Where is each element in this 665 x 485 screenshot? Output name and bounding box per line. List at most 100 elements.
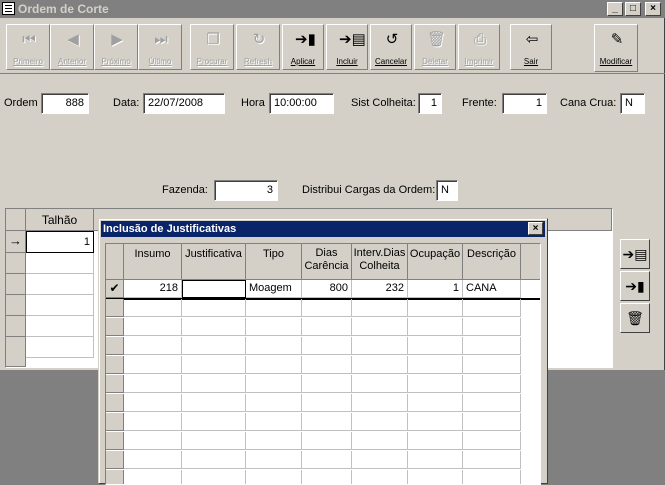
empty-cell[interactable] [182,451,246,469]
column-header[interactable]: Ocupação [408,244,463,280]
empty-cell[interactable] [352,375,408,393]
empty-cell[interactable] [246,299,302,317]
empty-cell[interactable] [302,318,352,336]
empty-cell[interactable] [124,394,182,412]
empty-cell[interactable] [352,299,408,317]
cana-crua-field[interactable]: N [620,93,645,114]
empty-cell[interactable] [408,413,463,431]
empty-cell[interactable] [246,432,302,450]
close-button[interactable]: × [645,2,661,16]
empty-cell[interactable] [124,337,182,355]
empty-cell[interactable] [302,356,352,374]
empty-cell[interactable] [352,337,408,355]
empty-cell[interactable] [352,413,408,431]
column-header[interactable]: Tipo [246,244,302,280]
empty-cell[interactable] [246,318,302,336]
table-cell[interactable] [182,280,246,298]
empty-cell[interactable] [463,375,521,393]
exit-button[interactable]: ⇦ Sair [510,24,552,70]
table-cell[interactable]: 1 [408,280,463,298]
justificativas-grid[interactable]: Insumo Justificativa Tipo Dias Carência Inte… [105,243,541,485]
side-insert-button[interactable]: ➔▤ [620,239,650,269]
empty-cell[interactable] [302,432,352,450]
empty-cell[interactable] [124,451,182,469]
minimize-button[interactable]: _ [607,2,623,16]
empty-cell[interactable] [124,375,182,393]
previous-button[interactable]: ◀ Anterior [50,24,94,70]
include-button[interactable]: ➔▤ Incluir [326,24,368,70]
column-header[interactable]: Justificativa [182,244,246,280]
empty-cell[interactable] [246,394,302,412]
empty-cell[interactable] [182,394,246,412]
window-menu-icon[interactable] [2,2,15,15]
table-cell[interactable]: Moagem [246,280,302,298]
dialog-titlebar[interactable]: Inclusão de Justificativas × [101,221,545,237]
empty-cell[interactable] [302,451,352,469]
talhao-column-header[interactable]: Talhão [26,209,94,231]
empty-cell[interactable] [124,432,182,450]
empty-cell[interactable] [124,356,182,374]
empty-cell[interactable] [182,337,246,355]
empty-cell[interactable] [408,299,463,317]
empty-cell[interactable] [408,318,463,336]
empty-cell[interactable] [182,356,246,374]
apply-button[interactable]: ➔▮ Aplicar [282,24,324,70]
search-button[interactable]: ❐ Procurar [190,24,234,70]
side-delete-button[interactable]: 🗑 [620,303,650,333]
empty-cell[interactable] [124,299,182,317]
table-cell[interactable]: 232 [352,280,408,298]
table-row[interactable] [26,253,94,274]
data-field[interactable]: 22/07/2008 [143,93,225,114]
empty-cell[interactable] [302,470,352,484]
empty-cell[interactable] [352,318,408,336]
talhao-cell[interactable]: 1 [26,231,94,253]
table-row[interactable] [26,295,94,316]
empty-cell[interactable] [182,318,246,336]
distribui-cargas-field[interactable]: N [436,180,458,201]
table-cell[interactable]: 800 [302,280,352,298]
empty-cell[interactable] [408,375,463,393]
empty-cell[interactable] [302,413,352,431]
empty-cell[interactable] [302,299,352,317]
table-row[interactable] [26,337,94,358]
first-button[interactable]: ⏮ Primeiro [6,24,50,70]
empty-cell[interactable] [302,375,352,393]
column-header[interactable]: Dias Carência [302,244,352,280]
window-titlebar[interactable]: Ordem de Corte _ □ × [0,0,665,18]
empty-cell[interactable] [352,432,408,450]
empty-cell[interactable] [182,299,246,317]
empty-cell[interactable] [302,394,352,412]
empty-cell[interactable] [463,337,521,355]
empty-cell[interactable] [182,413,246,431]
table-row[interactable] [26,316,94,337]
empty-cell[interactable] [408,451,463,469]
hora-field[interactable]: 10:00:00 [269,93,334,114]
empty-cell[interactable] [408,394,463,412]
fazenda-field[interactable]: 3 [214,180,278,201]
empty-cell[interactable] [463,451,521,469]
empty-cell[interactable] [408,470,463,484]
empty-cell[interactable] [463,432,521,450]
maximize-button[interactable]: □ [625,2,641,16]
empty-cell[interactable] [352,470,408,484]
empty-cell[interactable] [246,451,302,469]
empty-cell[interactable] [182,375,246,393]
empty-cell[interactable] [463,394,521,412]
empty-cell[interactable] [182,432,246,450]
empty-cell[interactable] [408,432,463,450]
sist-colheita-field[interactable]: 1 [418,93,442,114]
column-header[interactable]: Descrição [463,244,521,280]
empty-cell[interactable] [246,413,302,431]
empty-cell[interactable] [463,299,521,317]
empty-cell[interactable] [352,356,408,374]
empty-cell[interactable] [246,356,302,374]
empty-cell[interactable] [408,337,463,355]
print-button[interactable]: ⎙ Imprimir [458,24,500,70]
table-cell[interactable]: 218 [124,280,182,298]
empty-cell[interactable] [352,451,408,469]
empty-cell[interactable] [302,337,352,355]
last-button[interactable]: ⏭ Último [138,24,182,70]
table-row[interactable] [26,274,94,295]
empty-cell[interactable] [463,470,521,484]
next-button[interactable]: ▶ Próximo [94,24,138,70]
